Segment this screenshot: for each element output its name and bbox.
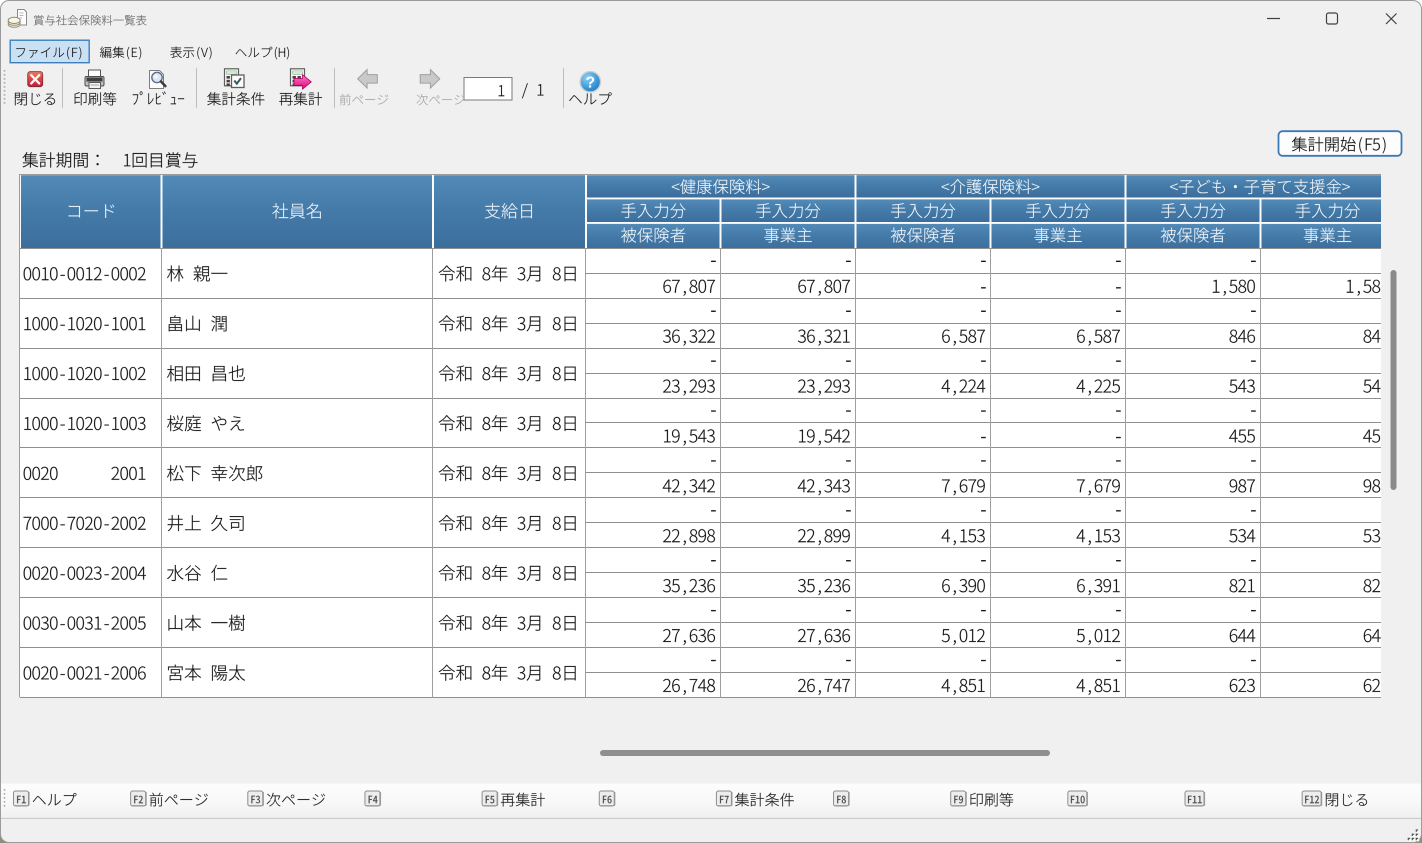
svg-text:?: ? (586, 75, 595, 92)
